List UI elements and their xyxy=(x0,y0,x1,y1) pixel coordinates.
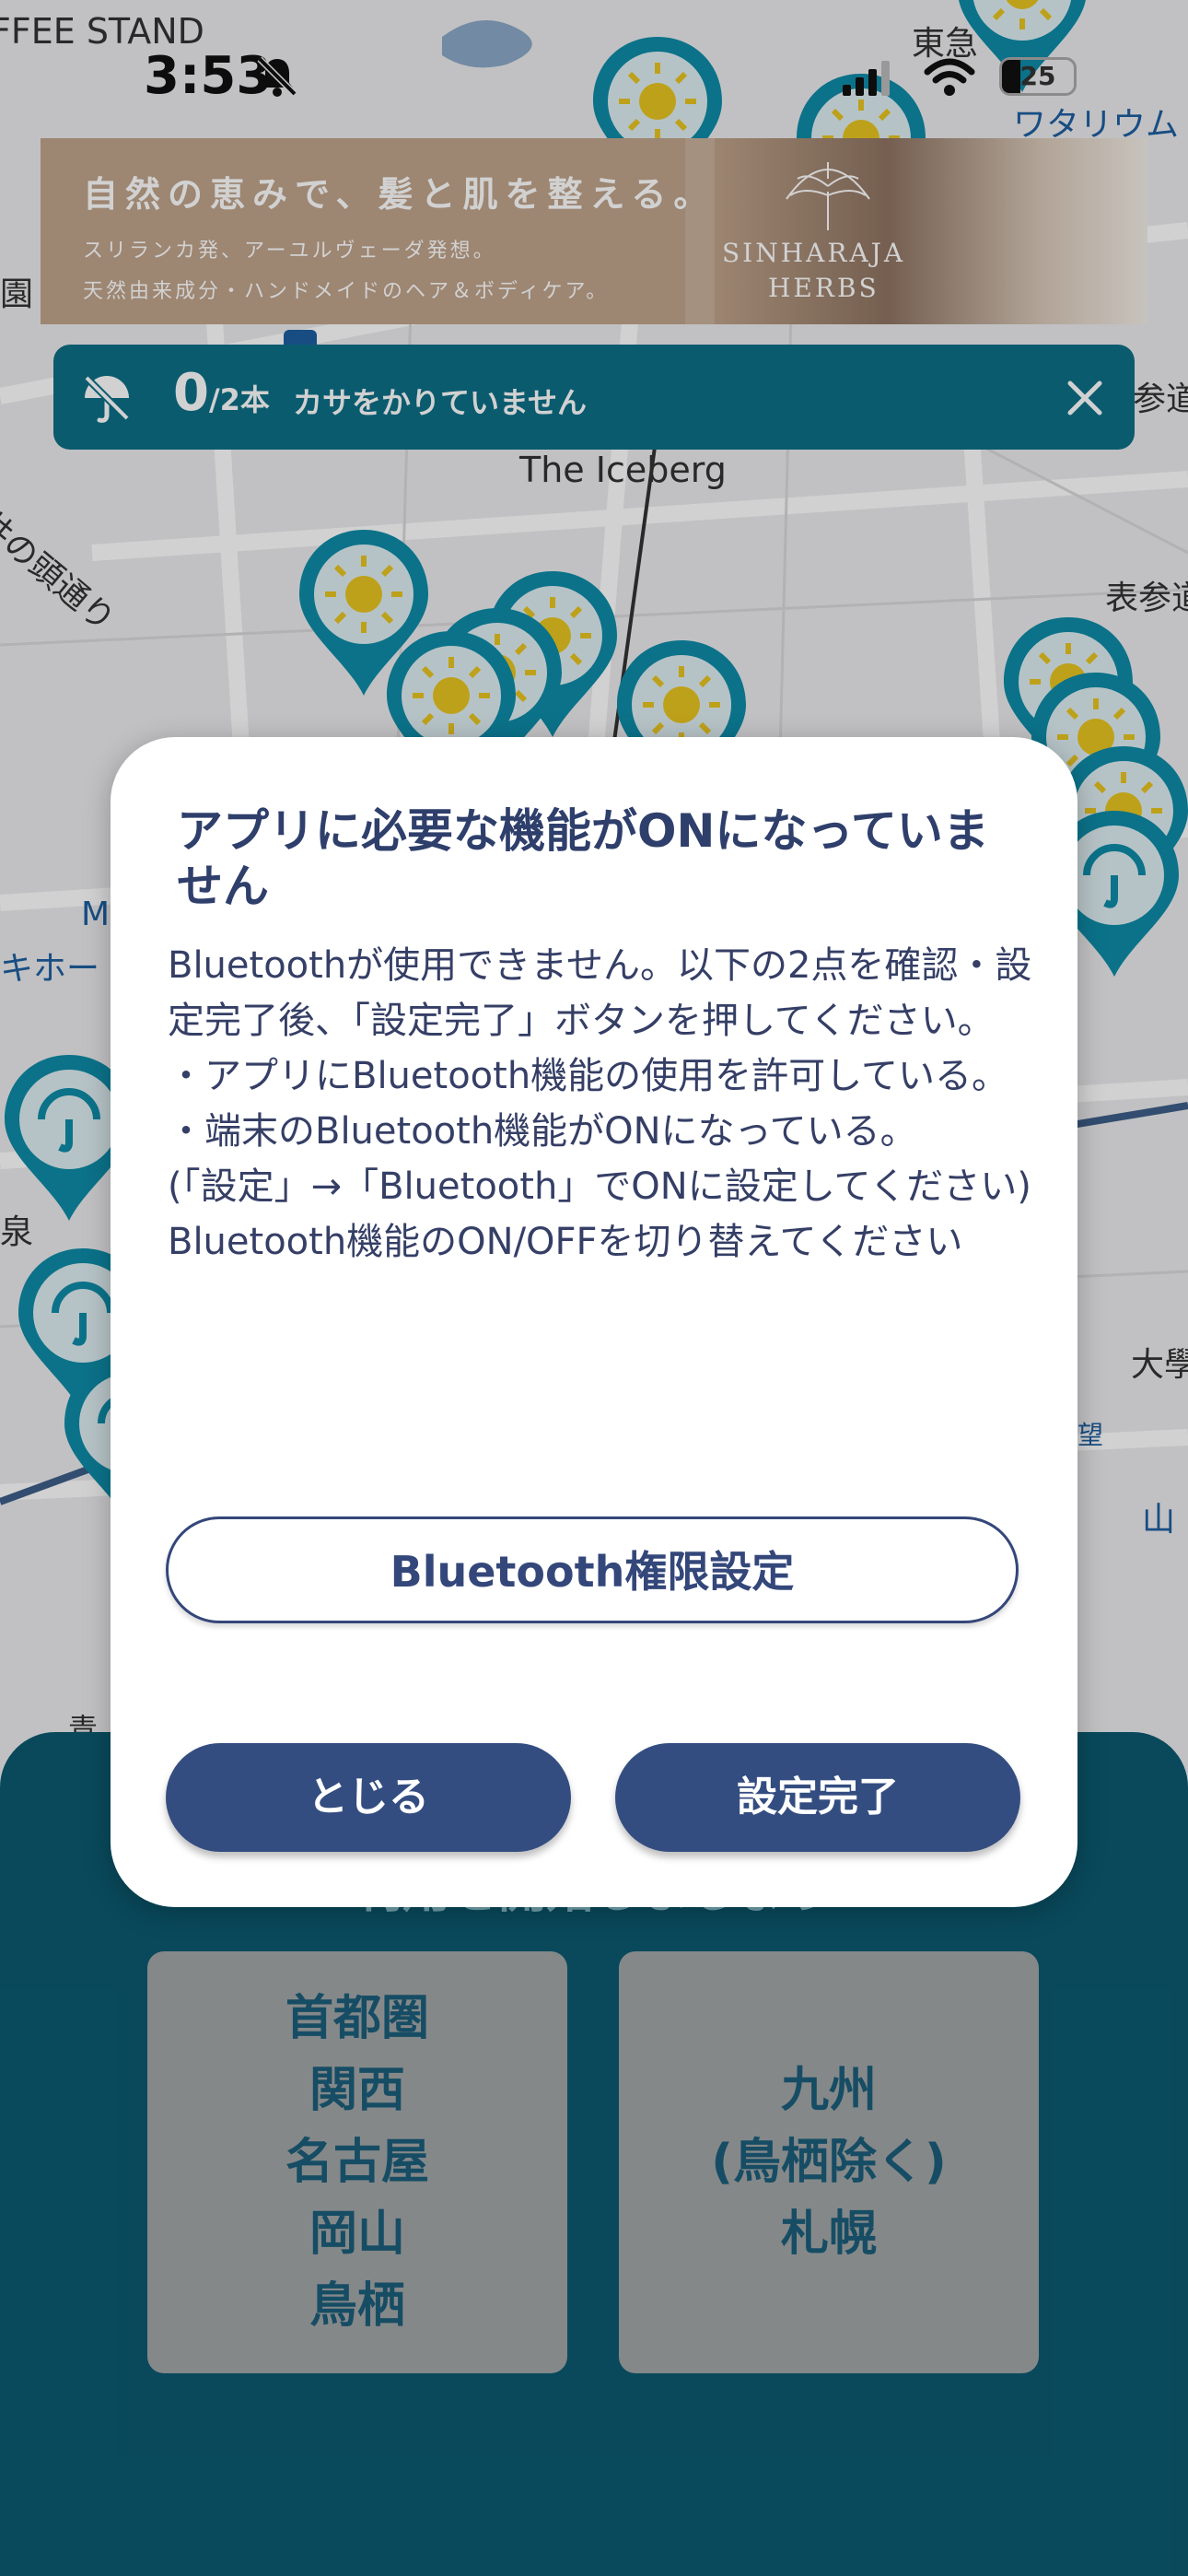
dialog-body-line: Bluetoothが使用できません。以下の2点を確認・設定完了後、「設定完了」ボ… xyxy=(168,944,1032,1042)
dialog-body-line: Bluetooth機能のON/OFFを切り替えてください xyxy=(168,1221,963,1263)
bluetooth-permission-dialog: アプリに必要な機能がONになっていません Bluetoothが使用できません。以… xyxy=(111,737,1077,1907)
dialog-title: アプリに必要な機能がONになっていません xyxy=(177,804,989,913)
dialog-body-line: ・アプリにBluetooth機能の使用を許可している。 xyxy=(168,1055,1008,1097)
bluetooth-settings-button[interactable]: Bluetooth権限設定 xyxy=(166,1516,1019,1623)
settings-done-button[interactable]: 設定完了 xyxy=(615,1743,1020,1852)
dialog-body-line: (「設定」→「Bluetooth」でONに設定してください) xyxy=(168,1165,1031,1208)
close-button[interactable]: とじる xyxy=(166,1743,571,1852)
dialog-body: Bluetoothが使用できません。以下の2点を確認・設定完了後、「設定完了」ボ… xyxy=(168,938,1033,1270)
dialog-body-line: ・端末のBluetooth機能がONになっている。 xyxy=(168,1110,917,1153)
